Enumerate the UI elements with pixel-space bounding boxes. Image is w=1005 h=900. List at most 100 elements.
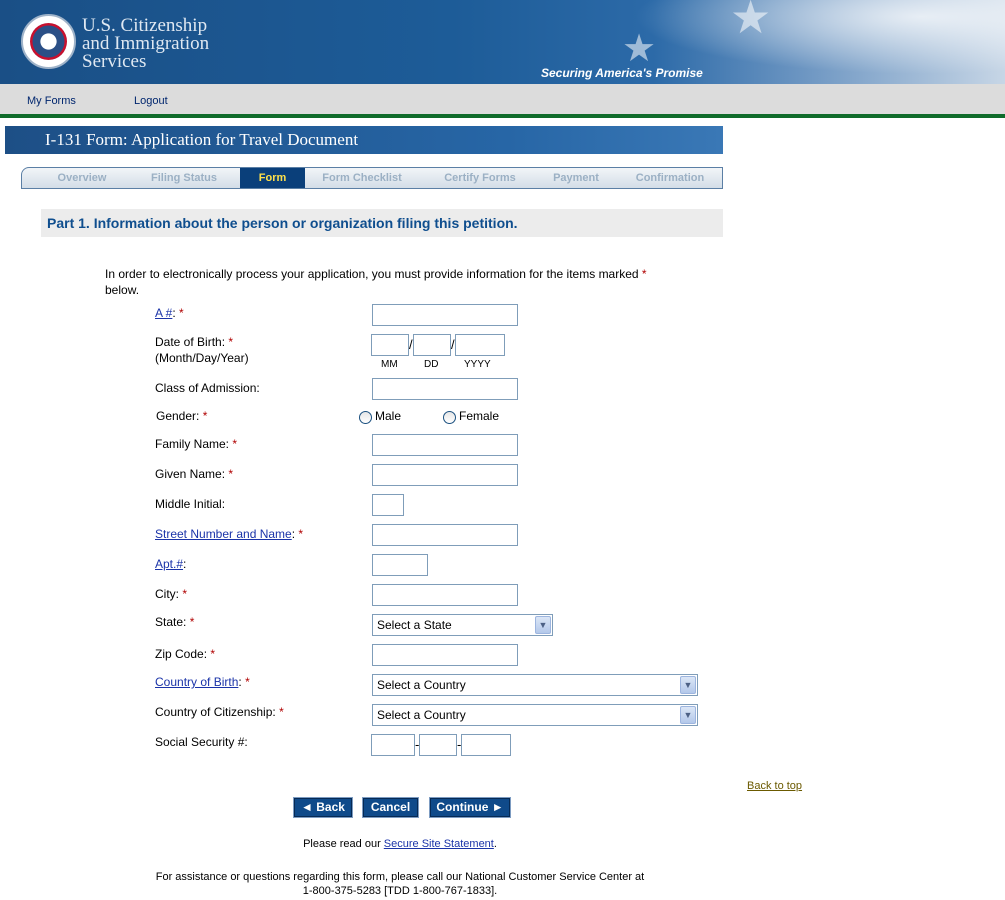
family-name-label-text: Family Name:: [155, 437, 230, 451]
country-citizenship-select-value: Select a Country: [377, 708, 466, 722]
required-marker: *: [245, 675, 250, 689]
dob-year-hint: YYYY: [464, 359, 491, 370]
required-marker: *: [202, 409, 208, 423]
city-input[interactable]: [372, 584, 518, 606]
country-birth-label: Country of Birth: *: [155, 675, 250, 689]
street-label: Street Number and Name: *: [155, 527, 303, 541]
ssn-part1-input[interactable]: [371, 734, 415, 756]
country-birth-help-link[interactable]: Country of Birth: [155, 675, 238, 689]
required-marker: *: [298, 527, 304, 541]
chevron-down-icon[interactable]: ▼: [680, 706, 696, 724]
gender-female-label: Female: [459, 409, 500, 423]
header-banner: ★ ★ U.S. Citizenship and Immigration Ser…: [0, 0, 1005, 84]
chevron-down-icon[interactable]: ▼: [680, 676, 696, 694]
my-forms-link[interactable]: My Forms: [27, 95, 76, 107]
ssn-part2-input[interactable]: [419, 734, 457, 756]
chevron-down-icon[interactable]: ▼: [535, 616, 551, 634]
apt-input[interactable]: [372, 554, 428, 576]
required-marker: *: [210, 647, 216, 661]
dob-format-hint: (Month/Day/Year): [155, 351, 249, 365]
country-citizenship-label-text: Country of Citizenship:: [155, 705, 276, 719]
instructions: In order to electronically process your …: [105, 266, 665, 298]
dob-month-input[interactable]: [371, 334, 409, 356]
required-marker: *: [232, 437, 238, 451]
a-number-help-link[interactable]: A #: [155, 306, 172, 320]
label-colon: :: [291, 527, 296, 541]
label-colon: :: [238, 675, 242, 689]
middle-initial-label: Middle Initial:: [155, 497, 226, 511]
gender-male-radio[interactable]: [359, 411, 372, 424]
instructions-text: In order to electronically process your …: [105, 267, 642, 281]
dob-month-hint: MM: [381, 359, 398, 370]
state-label-text: State:: [155, 615, 187, 629]
street-help-link[interactable]: Street Number and Name: [155, 527, 292, 541]
back-to-top-link[interactable]: Back to top: [747, 780, 802, 792]
step-form[interactable]: Form: [240, 168, 305, 188]
class-admission-label: Class of Admission:: [155, 381, 260, 395]
required-marker: *: [641, 267, 647, 281]
cancel-button[interactable]: Cancel: [362, 797, 419, 818]
back-button[interactable]: ◄ Back: [293, 797, 353, 818]
family-name-input[interactable]: [372, 434, 518, 456]
label-colon: :: [183, 557, 187, 571]
country-birth-select[interactable]: Select a Country ▼: [372, 674, 698, 696]
star-icon: ★: [730, 0, 772, 43]
country-citizenship-label: Country of Citizenship: *: [155, 705, 284, 719]
required-marker: *: [189, 615, 195, 629]
logout-link[interactable]: Logout: [134, 95, 168, 107]
country-birth-select-value: Select a Country: [377, 678, 466, 692]
step-certify-forms[interactable]: Certify Forms: [428, 168, 532, 188]
a-number-label: A #: *: [155, 306, 184, 320]
state-label: State: *: [155, 615, 194, 629]
gender-male-label: Male: [375, 409, 402, 423]
gender-label: Gender: *: [156, 409, 207, 423]
step-confirmation[interactable]: Confirmation: [622, 168, 718, 188]
class-admission-input[interactable]: [372, 378, 518, 400]
required-marker: *: [179, 306, 184, 320]
gender-female-radio[interactable]: [443, 411, 456, 424]
state-select-value: Select a State: [377, 618, 452, 632]
city-label: City: *: [155, 587, 187, 601]
required-marker: *: [228, 467, 234, 481]
dob-day-hint: DD: [424, 359, 439, 370]
city-label-text: City:: [155, 587, 179, 601]
secure-statement-text: Please read our: [303, 838, 384, 850]
given-name-label: Given Name: *: [155, 467, 233, 481]
apt-help-link[interactable]: Apt.#: [155, 557, 183, 571]
zip-input[interactable]: [372, 644, 518, 666]
given-name-input[interactable]: [372, 464, 518, 486]
step-form-checklist[interactable]: Form Checklist: [312, 168, 412, 188]
ssn-part3-input[interactable]: [461, 734, 511, 756]
middle-initial-input[interactable]: [372, 494, 404, 516]
label-colon: :: [172, 306, 176, 320]
dhs-seal-icon: [21, 14, 76, 69]
a-number-input[interactable]: [372, 304, 518, 326]
continue-button[interactable]: Continue ►: [429, 797, 511, 818]
progress-steps: Overview Filing Status Form Form Checkli…: [21, 167, 723, 189]
step-filing-status[interactable]: Filing Status: [138, 168, 230, 188]
tagline: Securing America's Promise: [541, 66, 703, 80]
agency-name: U.S. Citizenship and Immigration Service…: [82, 16, 209, 72]
secure-statement-period: .: [493, 838, 497, 850]
step-payment[interactable]: Payment: [538, 168, 614, 188]
dob-year-input[interactable]: [455, 334, 505, 356]
assistance-line2: 1-800-375-5283 [TDD 1-800-767-1833].: [302, 885, 498, 897]
street-input[interactable]: [372, 524, 518, 546]
ssn-label: Social Security #:: [155, 735, 248, 749]
dob-label: Date of Birth: *: [155, 335, 233, 349]
agency-name-line3: Services: [82, 51, 147, 72]
zip-label: Zip Code: *: [155, 647, 215, 661]
dob-label-text: Date of Birth:: [155, 335, 226, 349]
form-title: I-131 Form: Application for Travel Docum…: [5, 126, 723, 154]
given-name-label-text: Given Name:: [155, 467, 226, 481]
family-name-label: Family Name: *: [155, 437, 237, 451]
state-select[interactable]: Select a State ▼: [372, 614, 553, 636]
zip-label-text: Zip Code:: [155, 647, 208, 661]
country-citizenship-select[interactable]: Select a Country ▼: [372, 704, 698, 726]
required-marker: *: [182, 587, 188, 601]
apt-label: Apt.#:: [155, 557, 186, 571]
required-marker: *: [279, 705, 284, 719]
dob-day-input[interactable]: [413, 334, 451, 356]
step-overview[interactable]: Overview: [34, 168, 130, 188]
secure-site-statement-link[interactable]: Secure Site Statement: [384, 838, 494, 850]
